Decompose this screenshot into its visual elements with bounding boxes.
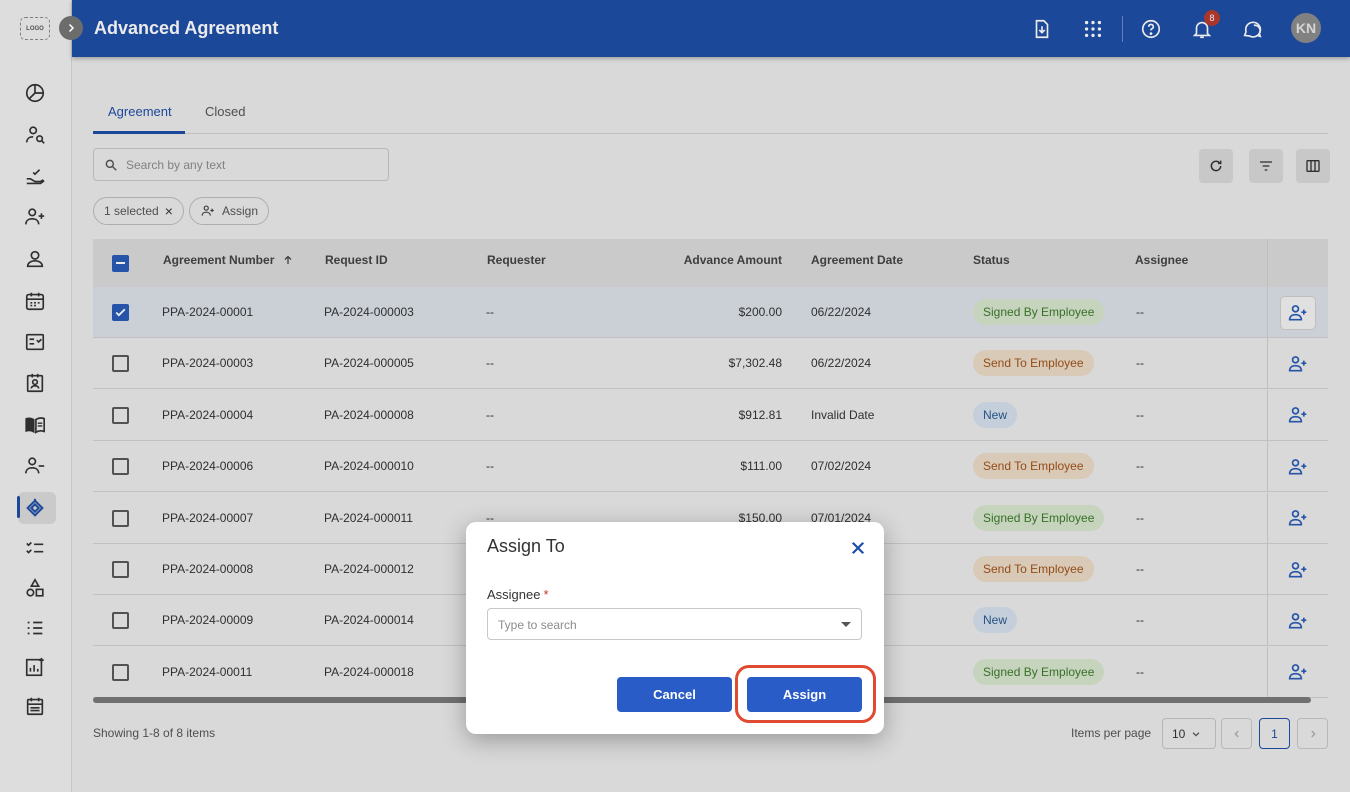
assignee-label: Assignee * <box>487 587 549 602</box>
close-icon[interactable] <box>849 539 867 557</box>
cancel-button[interactable]: Cancel <box>617 677 732 712</box>
chevron-right-icon <box>68 23 75 33</box>
assignee-search-field[interactable]: Type to search <box>487 608 862 640</box>
assign-button-highlight <box>735 665 876 723</box>
sidebar-expand-button[interactable] <box>59 16 83 40</box>
assignee-placeholder: Type to search <box>498 618 577 632</box>
required-indicator: * <box>543 587 549 602</box>
dropdown-caret-icon[interactable] <box>841 622 851 627</box>
dialog-title: Assign To <box>487 536 565 556</box>
